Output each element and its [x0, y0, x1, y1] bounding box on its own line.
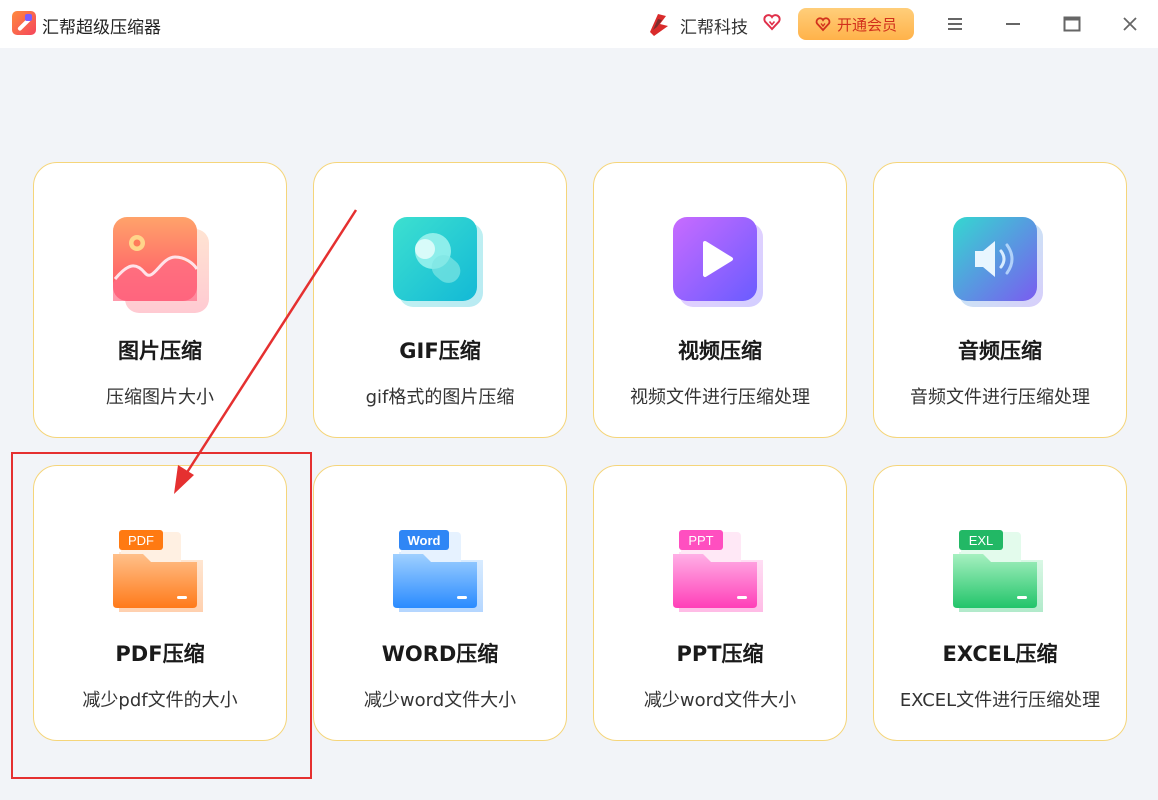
- card-ppt-compress[interactable]: PPT PPT压缩 减少word文件大小: [593, 465, 847, 741]
- card-description: 减少word文件大小: [363, 690, 517, 711]
- image-icon: [113, 217, 209, 313]
- heart-icon[interactable]: [762, 12, 782, 32]
- video-play-icon: [673, 217, 769, 313]
- minimize-icon: [1006, 23, 1020, 25]
- app-title: 汇帮超级压缩器: [42, 18, 161, 38]
- brand-logo-icon: [650, 14, 668, 36]
- svg-text:EXL: EXL: [969, 533, 994, 548]
- card-title: PPT压缩: [676, 642, 764, 666]
- card-description: gif格式的图片压缩: [365, 387, 515, 408]
- minimize-button[interactable]: [999, 10, 1027, 38]
- card-pdf-compress[interactable]: PDF PDF压缩 减少pdf文件的大小: [33, 465, 287, 741]
- speaker-icon: [953, 217, 1049, 313]
- menu-button[interactable]: [941, 10, 969, 38]
- card-title: WORD压缩: [381, 642, 499, 666]
- card-title: 音频压缩: [958, 339, 1042, 363]
- card-title: EXCEL压缩: [942, 642, 1058, 666]
- card-audio-compress[interactable]: 音频压缩 音频文件进行压缩处理: [873, 162, 1127, 438]
- card-excel-compress[interactable]: EXL EXCEL压缩 EXCEL文件进行压缩处理: [873, 465, 1127, 741]
- svg-text:PDF: PDF: [128, 533, 154, 548]
- brand-name: 汇帮科技: [680, 18, 748, 38]
- svg-text:PPT: PPT: [688, 533, 713, 548]
- card-description: 视频文件进行压缩处理: [630, 387, 810, 408]
- hamburger-menu-icon: [948, 18, 962, 30]
- word-folder-icon: Word: [393, 520, 489, 616]
- ppt-folder-icon: PPT: [673, 520, 769, 616]
- title-bar: 汇帮超级压缩器 汇帮科技 开通会员: [0, 0, 1158, 48]
- card-gif-compress[interactable]: GIF压缩 gif格式的图片压缩: [313, 162, 567, 438]
- maximize-icon: [1063, 16, 1081, 32]
- svg-text:Word: Word: [408, 533, 441, 548]
- card-word-compress[interactable]: Word WORD压缩 减少word文件大小: [313, 465, 567, 741]
- maximize-button[interactable]: [1058, 10, 1086, 38]
- open-vip-button[interactable]: 开通会员: [798, 8, 914, 40]
- card-title: GIF压缩: [399, 339, 481, 363]
- close-button[interactable]: [1116, 10, 1144, 38]
- vip-button-label: 开通会员: [836, 15, 897, 34]
- close-icon: [1123, 17, 1137, 31]
- card-description: 音频文件进行压缩处理: [910, 387, 1090, 408]
- card-video-compress[interactable]: 视频压缩 视频文件进行压缩处理: [593, 162, 847, 438]
- gif-icon: [393, 217, 489, 313]
- card-title: PDF压缩: [115, 642, 205, 666]
- card-title: 图片压缩: [118, 339, 202, 363]
- card-description: EXCEL文件进行压缩处理: [899, 690, 1101, 711]
- app-logo-icon: [12, 11, 36, 35]
- pdf-folder-icon: PDF: [113, 520, 209, 616]
- card-description: 压缩图片大小: [106, 387, 214, 408]
- vip-heart-icon: [815, 17, 831, 32]
- card-description: 减少word文件大小: [643, 690, 797, 711]
- card-description: 减少pdf文件的大小: [82, 690, 238, 711]
- card-image-compress[interactable]: 图片压缩 压缩图片大小: [33, 162, 287, 438]
- excel-folder-icon: EXL: [953, 520, 1049, 616]
- card-title: 视频压缩: [678, 339, 762, 363]
